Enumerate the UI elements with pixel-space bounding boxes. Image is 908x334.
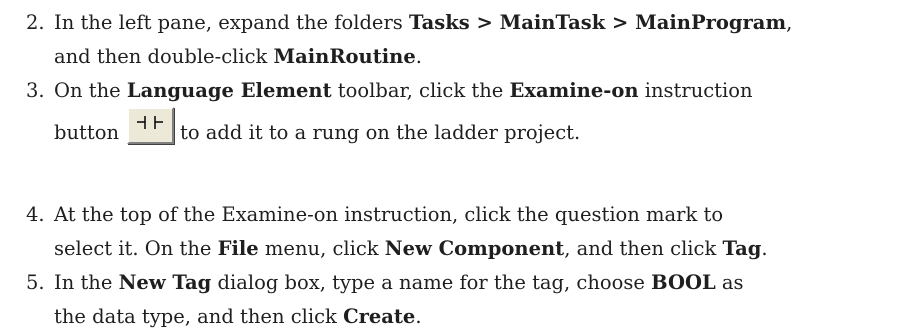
examine-on-contact-symbol (137, 116, 164, 129)
menu-item-name: New Component (384, 237, 565, 260)
toolbar-name: Language Element (126, 79, 332, 102)
step-text: On the Language Element toolbar, click t… (54, 74, 900, 158)
step-2: 2. In the left pane, expand the folders … (0, 6, 900, 74)
text-run: In the (54, 271, 119, 294)
step-number: 3. (26, 79, 45, 102)
examine-on-instruction-icon (127, 107, 175, 144)
step-4: 4. At the top of the Examine-on instruct… (0, 198, 900, 266)
menu-item-name: Tag (722, 237, 762, 260)
text-run: menu, click (258, 237, 385, 260)
text-run: toolbar, click the (331, 79, 510, 102)
routine-name: MainRoutine (273, 45, 416, 68)
text-run: instruction (638, 79, 753, 102)
button-name: Create (343, 305, 416, 328)
text-run: On the (54, 79, 127, 102)
step-number: 4. (26, 203, 45, 226)
data-type-name: BOOL (651, 271, 716, 294)
step-line: In the New Tag dialog box, type a name f… (54, 266, 900, 300)
step-text: At the top of the Examine-on instruction… (54, 198, 900, 266)
text-run: and then double-click (54, 45, 274, 68)
step-number: 5. (26, 271, 45, 294)
step-line: the data type, and then click Create. (54, 300, 900, 334)
text-run: . (761, 237, 768, 260)
text-run: as (715, 271, 744, 294)
step-line: button to add it to a rung on the ladder … (54, 107, 900, 158)
text-run: . (415, 45, 422, 68)
text-run: select it. On the (54, 237, 218, 260)
text-run: to add it to a rung on the ladder projec… (180, 121, 581, 144)
step-line: select it. On the File menu, click New C… (54, 232, 900, 266)
instruction-name: Examine-on (509, 79, 639, 102)
dialog-name: New Tag (118, 271, 212, 294)
step-number: 2. (26, 11, 45, 34)
folder-path: Tasks > MainTask > MainProgram (409, 11, 787, 34)
step-5: 5. In the New Tag dialog box, type a nam… (0, 266, 900, 334)
text-run: In the left pane, expand the folders (54, 11, 409, 34)
text-run: . (415, 305, 422, 328)
text-run: dialog box, type a name for the tag, cho… (211, 271, 652, 294)
text-run: button (54, 121, 120, 144)
step-line: In the left pane, expand the folders Tas… (54, 6, 900, 40)
text-run: , (786, 11, 793, 34)
instruction-steps: 2. In the left pane, expand the folders … (0, 0, 908, 333)
text-run: the data type, and then click (54, 305, 344, 328)
step-line: At the top of the Examine-on instruction… (54, 203, 724, 226)
step-3: 3. On the Language Element toolbar, clic… (0, 74, 900, 158)
step-text: In the New Tag dialog box, type a name f… (54, 266, 900, 334)
step-line: On the Language Element toolbar, click t… (54, 74, 900, 108)
step-text: In the left pane, expand the folders Tas… (54, 6, 900, 74)
step-line: and then double-click MainRoutine. (54, 40, 900, 74)
text-run: , and then click (564, 237, 723, 260)
menu-name: File (217, 237, 259, 260)
